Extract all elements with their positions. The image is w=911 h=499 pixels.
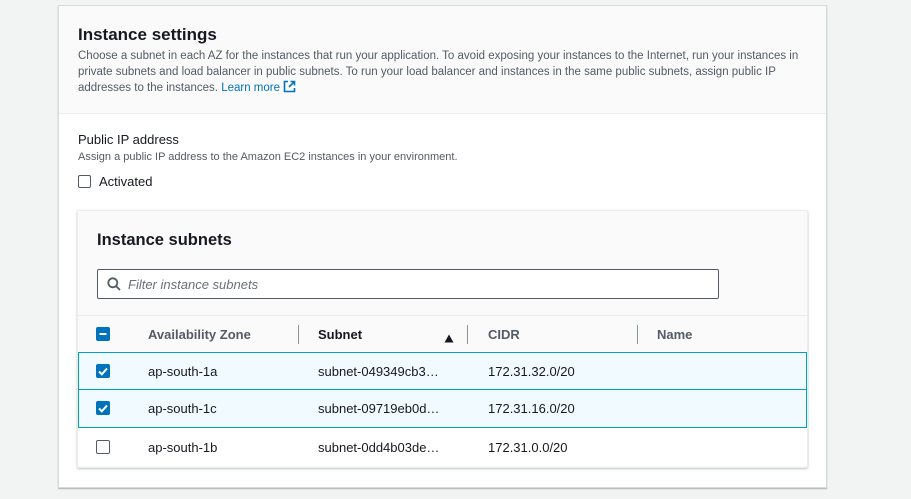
public-ip-description: Assign a public IP address to the Amazon… (78, 151, 458, 163)
select-all-checkbox[interactable] (96, 327, 110, 341)
row-checkbox[interactable] (96, 440, 110, 454)
learn-more-link[interactable]: Learn more (221, 80, 296, 94)
column-resizer[interactable] (467, 325, 468, 344)
table-header: Availability Zone Subnet CIDR Name (78, 315, 807, 352)
column-header-name[interactable]: Name (657, 316, 692, 353)
public-ip-checkbox-box[interactable] (78, 174, 91, 188)
cell-cidr: 172.31.0.0/20 (488, 439, 568, 455)
checkbox-indeterminate-icon (99, 333, 107, 335)
column-resizer[interactable] (298, 325, 299, 344)
cell-subnet: subnet-09719eb0d… (318, 401, 440, 416)
panel-title: Instance settings (78, 25, 217, 44)
subnet-filter-input[interactable] (128, 276, 688, 292)
search-icon (107, 277, 121, 291)
public-ip-checkbox-label: Activated (99, 173, 153, 189)
subnets-table: Availability Zone Subnet CIDR Name ap-so… (78, 315, 807, 466)
row-checkbox[interactable] (96, 364, 110, 378)
cell-cidr: 172.31.32.0/20 (488, 363, 575, 379)
public-ip-checkbox[interactable]: Activated (78, 173, 152, 189)
subnet-filter[interactable] (97, 269, 719, 299)
sort-ascending-icon[interactable] (444, 330, 454, 348)
column-header-availability-zone[interactable]: Availability Zone (148, 316, 251, 353)
instance-subnets-container: Instance subnets Availability Zone Subne… (77, 210, 808, 468)
table-row[interactable]: ap-south-1b subnet-0dd4b03de… 172.31.0.0… (78, 428, 807, 466)
external-link-icon (283, 80, 296, 99)
cell-cidr: 172.31.16.0/20 (488, 401, 575, 416)
public-ip-label: Public IP address (78, 132, 179, 147)
panel-description-text: Choose a subnet in each AZ for the insta… (78, 50, 799, 94)
row-checkbox[interactable] (96, 401, 110, 415)
checkbox-checked-icon (98, 367, 108, 376)
cell-availability-zone: ap-south-1b (148, 439, 218, 455)
table-row[interactable]: ap-south-1c subnet-09719eb0d… 172.31.16.… (78, 390, 807, 428)
learn-more-label: Learn more (221, 82, 281, 94)
instance-subnets-title: Instance subnets (97, 231, 232, 249)
cell-subnet: subnet-049349cb3… (318, 363, 439, 379)
column-header-subnet[interactable]: Subnet (318, 316, 362, 353)
column-header-cidr[interactable]: CIDR (488, 316, 520, 353)
panel-header: Instance settings Choose a subnet in eac… (59, 6, 826, 114)
panel-description: Choose a subnet in each AZ for the insta… (78, 49, 813, 99)
table-row[interactable]: ap-south-1a subnet-049349cb3… 172.31.32.… (78, 352, 807, 390)
cell-availability-zone: ap-south-1a (148, 363, 218, 379)
checkbox-checked-icon (98, 404, 108, 413)
cell-subnet: subnet-0dd4b03de… (318, 439, 440, 455)
column-resizer[interactable] (637, 325, 638, 344)
cell-availability-zone: ap-south-1c (148, 401, 217, 416)
instance-settings-panel: Instance settings Choose a subnet in eac… (58, 5, 827, 488)
